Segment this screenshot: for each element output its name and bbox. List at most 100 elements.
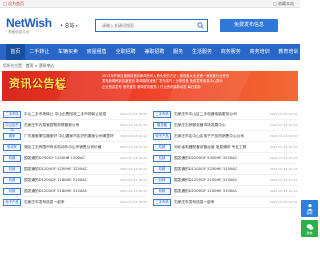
item-title[interactable]: 国发通的D1200GF 5180HE 3120AC xyxy=(24,189,118,194)
item-title[interactable]: 河北省电器配套设备运营 信息通讯 专业工程 xyxy=(174,145,268,150)
user-icon xyxy=(306,203,313,211)
nav-item-business-training[interactable]: 商务培训 xyxy=(245,44,274,60)
header: NetWish · 首都信息平台 · • 总站▾ 免费发布信息 xyxy=(0,8,300,44)
category-tag[interactable]: 服务器 xyxy=(153,121,171,129)
wechat-button[interactable]: 微信 xyxy=(301,220,318,237)
list-item[interactable]: 电动车 湖北工石有限市有名电动车中山市销售公司价格 2021-07-13 10:13 xyxy=(3,142,147,153)
list-item[interactable]: 中山区市场 石家庄市内易家园帮邦帮搬家公司 2021-07-13 10:13 xyxy=(3,120,147,132)
item-title[interactable]: 石家庄市中山区二手电器电脑服务公司 xyxy=(174,112,268,117)
breadcrumb-prefix: 您所在位置： xyxy=(3,63,26,68)
list-item[interactable]: 二手市场 中山二手市场转让 中山出售回收二手市场转让信息 2021-07-13 10… xyxy=(3,109,147,120)
nav-item-business-services[interactable]: 商务服务 xyxy=(216,44,245,60)
category-tag[interactable]: 电子产品 xyxy=(3,198,21,206)
item-title[interactable]: 国发通的D1100GF 5250HE 3150AC xyxy=(174,167,268,172)
category-tag[interactable]: 二手市场 xyxy=(153,110,171,118)
item-time: 2021-07-13 10:13 xyxy=(269,134,297,138)
item-title[interactable]: 国发通的D700GF 1200HB 1200AC xyxy=(24,156,118,161)
category-tag[interactable]: 机械 xyxy=(3,154,21,162)
category-tag[interactable]: 机械 xyxy=(3,187,21,195)
item-title[interactable]: 国发通的D1100GF 1100HE 3100AC xyxy=(174,189,268,194)
item-title[interactable]: 石家庄市区中山区电子产品的销售中心公司 xyxy=(174,134,268,139)
item-title[interactable]: 石家庄市发布信息一起来 xyxy=(174,200,268,205)
list-item[interactable]: 机械 河北省电器配套设备运营 信息通讯 专业工程 2021-07-13 10:13 xyxy=(153,142,297,153)
nav-item-life-services[interactable]: 生活服务 xyxy=(188,44,217,60)
item-time: 2021-07-13 10:13 xyxy=(119,123,147,127)
list-item[interactable]: 机械 国发通的D1100GF 5250HE 3150AC 2021-07-13 10… xyxy=(153,164,297,175)
customer-service-button[interactable]: 客服 xyxy=(301,200,318,217)
list-item[interactable]: 机械 国发通的D1200GF 5250HE 3250AC 2021-07-13 10… xyxy=(3,164,147,175)
list-item[interactable]: 电子产品 石家庄市发布信息一起来 2021-07-13 10:13 xyxy=(3,197,147,208)
item-time: 2021-07-13 10:13 xyxy=(119,167,147,171)
list-item[interactable]: 机械 国发通的D1200GF 5150HE 3150AC 2021-07-13 10… xyxy=(153,175,297,186)
news-list: 二手市场 中山二手市场转让 中山出售回收二手市场转让信息 2021-07-13 10… xyxy=(0,101,300,208)
item-title[interactable]: 广东搬家哪位搬家好 中山搬家市区好的搬家公司哪里好 xyxy=(24,134,118,139)
list-item[interactable]: 电子产品 石家庄市区中山区电子产品的销售中心公司 2021-07-13 10:13 xyxy=(153,131,297,142)
search-icon[interactable] xyxy=(193,20,207,31)
category-tag[interactable]: 电动车 xyxy=(3,143,21,151)
category-tag[interactable]: 搬家 xyxy=(3,132,21,140)
category-tag[interactable]: 电子产品 xyxy=(153,132,171,140)
list-item[interactable]: 机械 国发通的D1100GF 1100HE 3100AC 2021-07-13 10… xyxy=(153,186,297,197)
item-time: 2021-07-13 10:13 xyxy=(119,112,147,116)
item-time: 2021-07-13 10:14 xyxy=(119,134,147,138)
item-time: 2021-07-13 10:13 xyxy=(269,123,297,127)
chevron-down-icon: ▾ xyxy=(75,23,78,28)
news-column-right: 二手市场 石家庄市中山区二手电器电脑服务公司 2021-07-13 10:13 服务… xyxy=(153,109,297,208)
category-tag[interactable]: 机械 xyxy=(153,143,171,151)
news-banner: 资讯公告栏 ✿ 2013年开家百度网络首页新闻资讯入首头条的方法 | 搜尽各大企… xyxy=(2,71,298,101)
item-time: 2021-07-13 10:13 xyxy=(119,156,147,160)
nav-item-vehicles[interactable]: 车辆买卖 xyxy=(54,44,83,60)
city-switcher[interactable]: • 总站▾ xyxy=(60,23,78,29)
item-time: 2021-07-13 10:13 xyxy=(119,178,147,182)
item-title[interactable]: 石家庄石桥服务器市场发展中心 xyxy=(174,123,268,128)
category-tag[interactable]: 机械 xyxy=(3,165,21,173)
nav-item-education[interactable]: 教育培训 xyxy=(274,44,303,60)
list-item[interactable]: 机械 国发通的D1200GF 5180HE 3120AC 2021-07-13 10… xyxy=(3,186,147,197)
nav-item-second-hand[interactable]: 二手转让 xyxy=(25,44,54,60)
item-title[interactable]: 湖北工石有限市有名电动车中山市销售公司价格 xyxy=(24,145,118,150)
list-item[interactable]: 服务器 石家庄石桥服务器市场发展中心 2021-07-13 10:13 xyxy=(153,120,297,131)
banner-ticker-line[interactable]: 企业信息发布 资讯速览 新闻发布服务 | 行业资讯最新动态 每日更新 xyxy=(102,85,252,90)
item-title[interactable]: 国发通的D1200GF 5150HE 3150AC xyxy=(174,178,268,183)
item-title[interactable]: 国发通的D1200GF 1180HE 3150AC xyxy=(24,178,118,183)
item-time: 2021-07-13 10:13 xyxy=(269,145,297,149)
item-time: 2021-07-13 10:13 xyxy=(119,189,147,193)
category-tag[interactable]: 机械 xyxy=(153,176,171,184)
list-item[interactable]: 机械 国发通的D700GF 1200HB 1200AC 2021-07-13 10:… xyxy=(3,153,147,164)
category-tag[interactable]: 机械 xyxy=(3,176,21,184)
nav-item-shops[interactable]: 店铺 xyxy=(303,44,320,60)
search-input[interactable] xyxy=(96,20,193,31)
nav-item-part-time-jobs[interactable]: 兼职招聘 xyxy=(140,44,169,60)
breadcrumb-current[interactable]: 首页 > 资讯中心 xyxy=(26,63,54,68)
category-tag[interactable]: 机械 xyxy=(153,154,171,162)
bookmark-link[interactable]: □ 收藏本站 xyxy=(273,1,294,6)
item-time: 2021-07-13 10:13 xyxy=(269,200,297,204)
category-tag[interactable]: 机械 xyxy=(153,187,171,195)
set-homepage-link[interactable]: □ 设为首页 xyxy=(3,1,24,6)
item-title[interactable]: 国发通的D2200GF 5350HE 3250AC xyxy=(174,156,268,161)
item-title[interactable]: 国发通的D1200GF 5250HE 3250AC xyxy=(24,167,118,172)
site-logo[interactable]: NetWish · 首都信息平台 · xyxy=(6,17,52,35)
main-nav: 首页 二手转让 车辆买卖 房屋租售 全职招聘 兼职招聘 服务 生活服务 商务服务… xyxy=(0,44,317,60)
logo-subtitle: · 首都信息平台 · xyxy=(6,30,32,34)
list-item[interactable]: 二手市场 石家庄市中山区二手电器电脑服务公司 2021-07-13 10:13 xyxy=(153,109,297,120)
item-time: 2021-07-13 10:13 xyxy=(269,178,297,182)
nav-item-home[interactable]: 首页 xyxy=(6,44,25,60)
nav-item-housing[interactable]: 房屋租售 xyxy=(82,44,111,60)
item-title[interactable]: 石家庄市内易家园帮邦帮搬家公司 xyxy=(24,123,118,128)
item-title[interactable]: 中山二手市场转让 中山出售回收二手市场转让信息 xyxy=(24,112,118,117)
list-item[interactable]: 搬家 广东搬家哪位搬家好 中山搬家市区好的搬家公司哪里好 2021-07-13 10… xyxy=(3,131,147,142)
category-tag[interactable]: 二手市场 xyxy=(153,198,171,206)
list-item[interactable]: 二手市场 石家庄市发布信息一起来 2021-07-13 10:13 xyxy=(153,197,297,208)
category-tag[interactable]: 中山区市场 xyxy=(3,121,21,132)
top-bar: □ 设为首页 □ 收藏本站 xyxy=(0,0,300,8)
list-item[interactable]: 机械 国发通的D2200GF 5350HE 3250AC 2021-07-13 10… xyxy=(153,153,297,164)
list-item[interactable]: 机械 国发通的D1200GF 1180HE 3150AC 2021-07-13 10… xyxy=(3,175,147,186)
post-listing-button[interactable]: 免费发布信息 xyxy=(220,19,278,32)
item-time: 2021-07-13 10:13 xyxy=(269,167,297,171)
nav-item-full-time-jobs[interactable]: 全职招聘 xyxy=(111,44,140,60)
category-tag[interactable]: 二手市场 xyxy=(3,110,21,118)
nav-item-services[interactable]: 服务 xyxy=(169,44,188,60)
item-title[interactable]: 石家庄市发布信息一起来 xyxy=(24,200,118,205)
category-tag[interactable]: 机械 xyxy=(153,165,171,173)
